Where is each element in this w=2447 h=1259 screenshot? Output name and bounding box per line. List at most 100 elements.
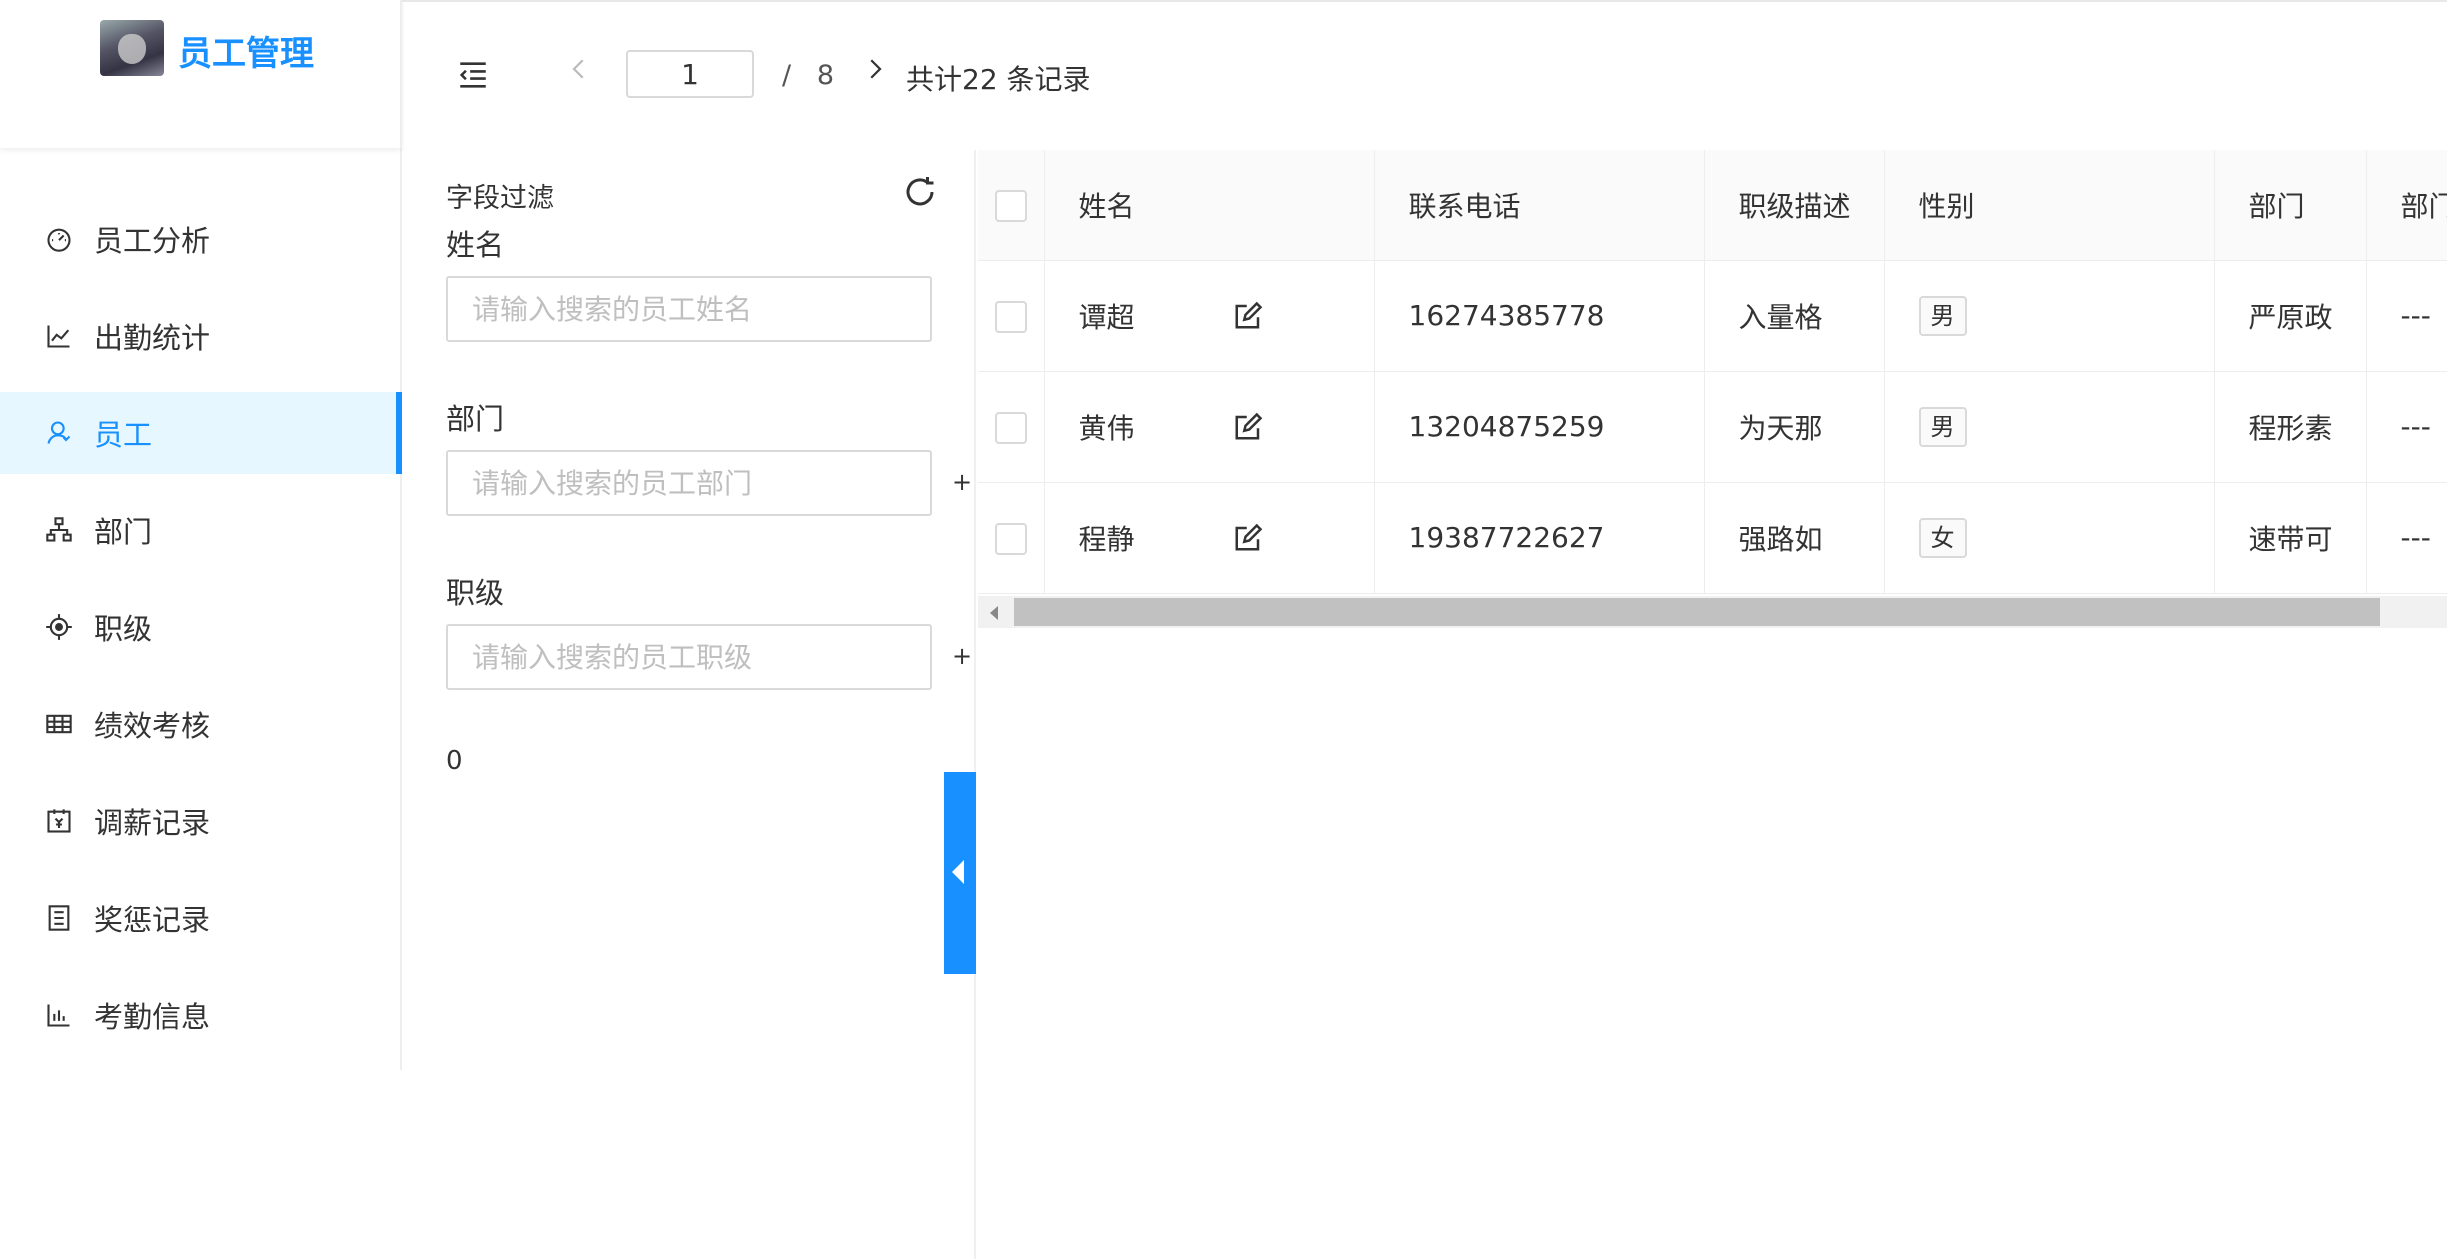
- header-dept[interactable]: 部门: [2214, 150, 2367, 261]
- sidebar-item-label: 奖惩记录: [94, 903, 211, 937]
- sidebar-item-label: 职级: [94, 612, 153, 646]
- level-cell: 入量格: [1704, 260, 1885, 372]
- phone-cell: 13204875259: [1374, 371, 1705, 483]
- employee-name: 黄伟: [1078, 411, 1135, 445]
- gender-cell: 男: [1884, 260, 2215, 372]
- horizontal-scrollbar[interactable]: [978, 596, 2447, 628]
- header-bar: / 8 共计22 条记录: [404, 2, 2447, 148]
- level-search-input[interactable]: [446, 624, 932, 690]
- sidebar-item-rank[interactable]: 职级: [0, 586, 402, 668]
- line-chart-icon: [44, 321, 74, 351]
- table-icon: [44, 709, 74, 739]
- collapse-filter-button[interactable]: [944, 772, 976, 974]
- chevron-left-icon: [572, 59, 584, 79]
- table-row: 谭超 16274385778 入量格 男 严原政 ---: [978, 260, 2447, 372]
- prev-page-button[interactable]: [564, 54, 594, 94]
- dept-2-cell: ---: [2366, 482, 2447, 594]
- filter-title: 字段过滤: [446, 183, 554, 214]
- edit-icon[interactable]: [1233, 412, 1263, 442]
- sidebar-item-label: 部门: [94, 515, 153, 549]
- sidebar: 员工管理 员工分析 出勤统计 员工 部门 职级 绩效考核 调薪记录 奖惩记录 考…: [0, 0, 402, 1070]
- dept-filter-label: 部门: [446, 402, 505, 436]
- dept-2-cell: ---: [2366, 371, 2447, 483]
- sidebar-item-label: 员工: [94, 418, 153, 452]
- sidebar-item-reward-punish[interactable]: 奖惩记录: [0, 877, 402, 959]
- dept-cell: 程形素: [2214, 371, 2367, 483]
- field-filter-panel: 字段过滤 姓名 部门 + 职级 + 0: [404, 150, 976, 1259]
- total-records-text: 共计22 条记录: [906, 63, 1091, 96]
- dept-cell: 速带可: [2214, 482, 2367, 594]
- employee-name: 程静: [1078, 522, 1135, 556]
- edit-icon[interactable]: [1233, 523, 1263, 553]
- employee-table: 姓名 联系电话 职级描述 性别 部门 部门 谭超 16274385778 入量格…: [978, 150, 2447, 1259]
- filter-count: 0: [446, 746, 463, 776]
- bar-chart-icon: [44, 1000, 74, 1030]
- dept-search-input[interactable]: [446, 450, 932, 516]
- scroll-left-arrow-icon[interactable]: [990, 606, 998, 620]
- page-separator: /: [782, 60, 792, 91]
- table-row: 程静 19387722627 强路如 女 速带可 ---: [978, 482, 2447, 594]
- header-name[interactable]: 姓名: [1044, 150, 1375, 261]
- header-level[interactable]: 职级描述: [1704, 150, 1885, 261]
- wolf-logo-image: [100, 20, 164, 76]
- row-checkbox-cell: [978, 371, 1045, 483]
- sidebar-item-attendance-info[interactable]: 考勤信息: [0, 974, 402, 1056]
- edit-icon[interactable]: [1233, 301, 1263, 331]
- phone-cell: 19387722627: [1374, 482, 1705, 594]
- name-cell: 谭超: [1044, 260, 1375, 372]
- total-pages: 8: [816, 60, 835, 91]
- aim-icon: [44, 612, 74, 642]
- sidebar-item-employee[interactable]: 员工: [0, 392, 402, 474]
- name-cell: 程静: [1044, 482, 1375, 594]
- employee-name: 谭超: [1078, 300, 1135, 334]
- org-tree-icon: [44, 515, 74, 545]
- next-page-button[interactable]: [860, 54, 890, 94]
- name-filter-label: 姓名: [446, 228, 505, 262]
- header-phone[interactable]: 联系电话: [1374, 150, 1705, 261]
- row-checkbox[interactable]: [994, 411, 1027, 444]
- refresh-icon[interactable]: [902, 174, 938, 210]
- logo-area: 员工管理: [0, 0, 402, 148]
- sidebar-item-department[interactable]: 部门: [0, 489, 402, 571]
- header-dept-2[interactable]: 部门: [2366, 150, 2447, 261]
- user-icon: [44, 418, 74, 448]
- header-gender[interactable]: 性别: [1884, 150, 2215, 261]
- sidebar-item-label: 考勤信息: [94, 1000, 211, 1034]
- app-title: 员工管理: [178, 34, 314, 74]
- level-cell: 强路如: [1704, 482, 1885, 594]
- level-cell: 为天那: [1704, 371, 1885, 483]
- sidebar-item-employee-analysis[interactable]: 员工分析: [0, 198, 402, 280]
- menu-fold-icon[interactable]: [456, 58, 490, 92]
- select-all-checkbox[interactable]: [994, 189, 1027, 222]
- row-checkbox[interactable]: [994, 300, 1027, 333]
- sidebar-item-label: 员工分析: [94, 224, 211, 258]
- table-header-row: 姓名 联系电话 职级描述 性别 部门 部门: [978, 150, 2447, 261]
- page-number-input[interactable]: [626, 50, 754, 98]
- sidebar-item-attendance-stats[interactable]: 出勤统计: [0, 295, 402, 377]
- sidebar-menu: 员工分析 出勤统计 员工 部门 职级 绩效考核 调薪记录 奖惩记录 考勤信息: [0, 198, 402, 1071]
- dashboard-icon: [44, 224, 74, 254]
- table-row: 黄伟 13204875259 为天那 男 程形素 ---: [978, 371, 2447, 483]
- gender-tag: 女: [1918, 517, 1967, 558]
- gender-cell: 男: [1884, 371, 2215, 483]
- sidebar-item-salary-adjust[interactable]: 调薪记录: [0, 780, 402, 862]
- sidebar-item-label: 绩效考核: [94, 709, 211, 743]
- sidebar-item-performance[interactable]: 绩效考核: [0, 683, 402, 765]
- sidebar-item-label: 调薪记录: [94, 806, 211, 840]
- select-all-cell: [978, 150, 1045, 261]
- row-checkbox[interactable]: [994, 522, 1027, 555]
- page-indicator: / 8: [782, 60, 834, 91]
- level-filter-label: 职级: [446, 576, 505, 610]
- calendar-yen-icon: [44, 806, 74, 836]
- dept-cell: 严原政: [2214, 260, 2367, 372]
- dept-add-button[interactable]: +: [952, 468, 972, 496]
- level-add-button[interactable]: +: [952, 642, 972, 670]
- name-search-input[interactable]: [446, 276, 932, 342]
- file-list-icon: [44, 903, 74, 933]
- phone-cell: 16274385778: [1374, 260, 1705, 372]
- row-checkbox-cell: [978, 260, 1045, 372]
- gender-cell: 女: [1884, 482, 2215, 594]
- scrollbar-thumb[interactable]: [1014, 598, 2380, 626]
- chevron-right-icon: [870, 59, 882, 79]
- gender-tag: 男: [1918, 295, 1967, 336]
